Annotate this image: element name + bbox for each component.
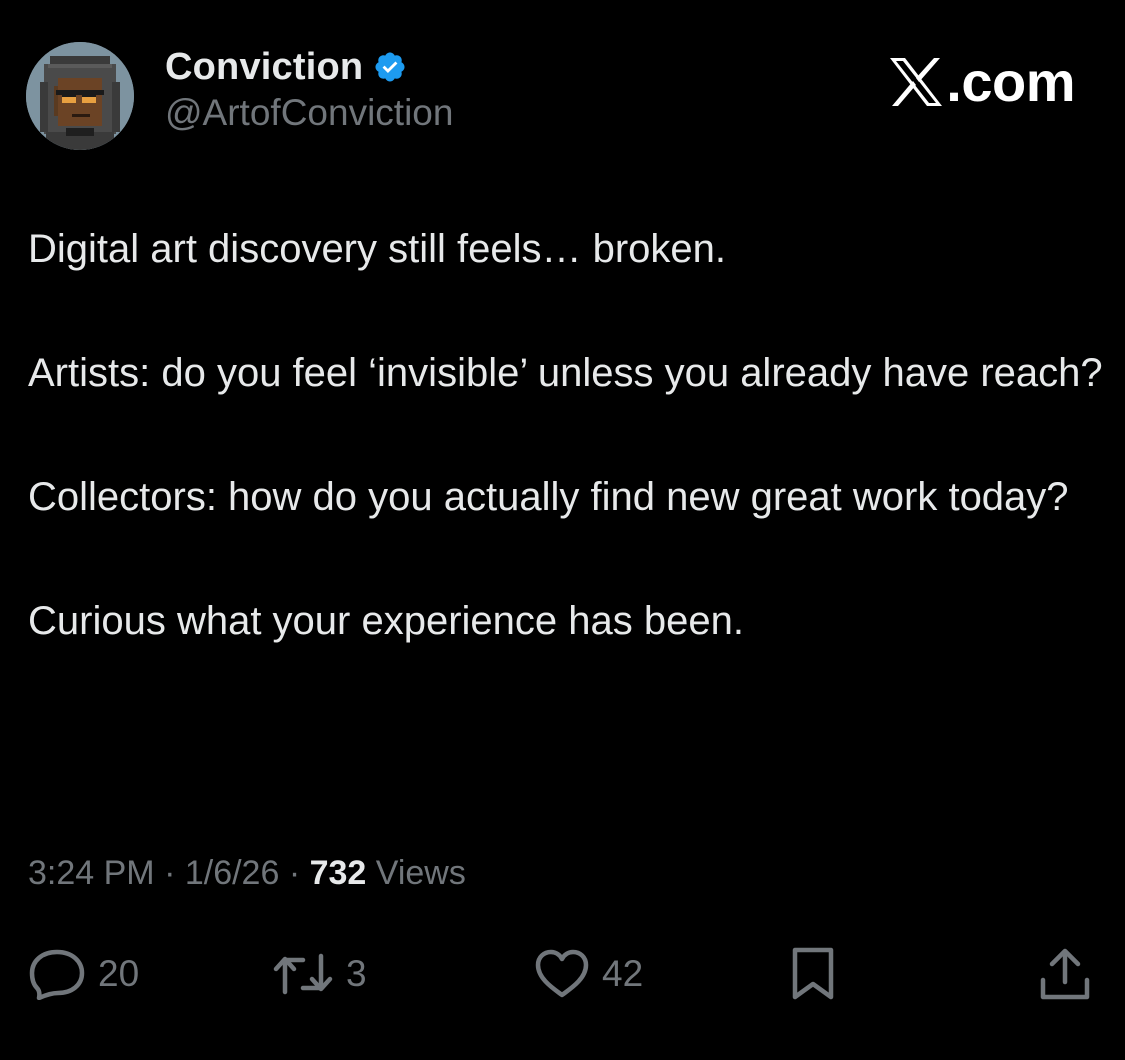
tweet-text: Digital art discovery still feels… broke… <box>28 218 1103 652</box>
heart-icon <box>534 949 590 999</box>
author-name-row[interactable]: Conviction <box>165 44 407 90</box>
bookmark-button[interactable] <box>790 946 836 1002</box>
display-name[interactable]: Conviction <box>165 46 363 89</box>
tweet-metadata: 3:24 PM · 1/6/26 · 732 Views <box>28 854 466 893</box>
meta-separator: · <box>279 854 310 892</box>
bookmark-icon <box>790 946 836 1002</box>
author-handle[interactable]: @ArtofConviction <box>165 92 453 134</box>
like-count: 42 <box>602 953 644 994</box>
tweet-paragraph: Collectors: how do you actually find new… <box>28 475 1069 519</box>
tweet-paragraph: Artists: do you feel ‘invisible’ unless … <box>28 351 1103 395</box>
like-button[interactable]: 42 <box>534 946 643 1002</box>
views-count: 732 <box>309 854 367 892</box>
tweet-paragraph: Digital art discovery still feels… broke… <box>28 227 727 271</box>
reply-count: 20 <box>98 953 140 994</box>
action-bar: 20 3 42 <box>0 938 1125 1008</box>
tweet-date[interactable]: 1/6/26 <box>185 854 280 893</box>
brand-domain-text: .com <box>946 50 1075 113</box>
reply-icon <box>28 948 86 1000</box>
share-button[interactable] <box>1038 946 1092 1002</box>
tweet-time[interactable]: 3:24 PM <box>28 854 155 893</box>
pixel-art-hooded-figure-avatar-icon <box>26 42 134 150</box>
share-icon <box>1038 946 1092 1002</box>
reply-button[interactable]: 20 <box>28 946 139 1002</box>
x-com-brand: .com <box>888 52 1075 112</box>
repost-button[interactable]: 3 <box>272 946 367 1002</box>
views-label: Views <box>366 854 466 892</box>
meta-separator: · <box>154 854 185 892</box>
x-logo-icon <box>888 56 944 108</box>
repost-count: 3 <box>346 953 367 994</box>
verified-badge-icon <box>373 50 407 84</box>
repost-icon <box>272 950 334 998</box>
tweet-paragraph: Curious what your experience has been. <box>28 599 744 643</box>
avatar[interactable] <box>26 42 134 150</box>
